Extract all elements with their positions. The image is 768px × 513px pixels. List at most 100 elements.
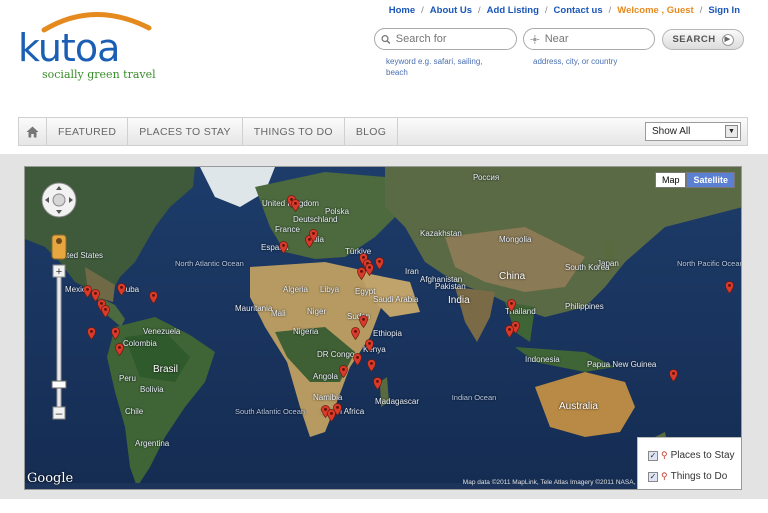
map-label-russia: Россия: [473, 173, 500, 182]
checkbox-places-to-stay[interactable]: ✓: [648, 450, 658, 461]
map-label-india: India: [448, 295, 470, 306]
home-icon: [26, 126, 39, 137]
map-label-bolivia: Bolivia: [140, 385, 164, 394]
show-all-value: Show All: [652, 126, 691, 137]
map-label-colombia: Colombia: [123, 339, 157, 348]
map-marker-pin[interactable]: [339, 365, 348, 378]
map-label-north-atlantic: North Atlantic Ocean: [175, 259, 244, 268]
map-marker-pin[interactable]: [359, 315, 368, 328]
search-for-hint: keyword e.g. safari, sailing, beach: [386, 57, 483, 77]
separator: /: [544, 5, 548, 16]
search-for-input[interactable]: [395, 33, 516, 45]
add-listing-link[interactable]: Add Listing: [487, 5, 539, 16]
kutoa-logo[interactable]: kutoa socially green travel: [14, 6, 174, 86]
sign-in-link[interactable]: Sign In: [708, 5, 740, 16]
top-links: Home / About Us / Add Listing / Contact us /…: [389, 5, 740, 16]
welcome-text: Welcome ,: [617, 5, 665, 16]
nav-places-to-stay[interactable]: PLACES TO STAY: [128, 118, 243, 145]
separator: /: [421, 5, 424, 16]
contact-link[interactable]: Contact us: [554, 5, 603, 16]
location-icon: [530, 34, 540, 44]
google-logo[interactable]: Google: [27, 471, 73, 486]
map-navigation-control: + –: [39, 181, 79, 431]
checkbox-things-to-do[interactable]: ✓: [648, 471, 658, 482]
legend-places-to-stay[interactable]: ✓ ⚲ Places to Stay: [648, 450, 735, 461]
map-label-png: Papua New Guinea: [587, 360, 657, 369]
map-marker-pin[interactable]: [375, 257, 384, 270]
map-marker-pin[interactable]: [333, 403, 342, 416]
map-label-peru: Peru: [119, 374, 136, 383]
svg-text:–: –: [56, 406, 63, 420]
nav-things-to-do[interactable]: THINGS TO DO: [243, 118, 345, 145]
logo-tagline: socially green travel: [42, 68, 156, 81]
chevron-down-icon: ▼: [725, 125, 738, 138]
map-label-drc: DR Congo: [317, 350, 355, 359]
map-marker-pin[interactable]: [351, 327, 360, 340]
zoom-slider-handle[interactable]: [51, 380, 67, 389]
map-label-ethiopia: Ethiopia: [373, 329, 402, 338]
home-link[interactable]: Home: [389, 5, 415, 16]
map-label-indonesia: Indonesia: [525, 355, 560, 364]
search-for-field[interactable]: [374, 28, 517, 50]
nav-blog[interactable]: BLOG: [345, 118, 399, 145]
map-type-control: Map Satellite: [654, 172, 735, 188]
map-label-philippines: Philippines: [565, 302, 604, 311]
map-label-brasil: Brasil: [153, 364, 179, 375]
map-label-libya: Libya: [320, 285, 340, 294]
map-marker-pin[interactable]: [111, 327, 120, 340]
map-marker-pin[interactable]: [149, 291, 158, 304]
map-label-south-atlantic: South Atlantic Ocean: [235, 407, 306, 416]
map-marker-pin[interactable]: [291, 199, 300, 212]
map-label-mongolia: Mongolia: [499, 235, 532, 244]
map-marker-pin[interactable]: [725, 281, 734, 294]
map-marker-pin[interactable]: [87, 327, 96, 340]
map-label-venezuela: Venezuela: [143, 327, 181, 336]
map-marker-pin[interactable]: [279, 241, 288, 254]
map-pin-icon: ⚲: [661, 471, 668, 481]
separator: /: [608, 5, 612, 16]
map-label-mauritania: Mauritania: [235, 304, 273, 313]
near-hint: address, city, or country: [533, 57, 618, 66]
logo-wordmark: kutoa: [18, 26, 120, 70]
world-map[interactable]: Россия Polska Kazakhstan Mongolia China …: [24, 166, 742, 490]
map-label-pakistan: Pakistan: [435, 282, 466, 291]
map-marker-pin[interactable]: [101, 305, 110, 318]
map-marker-pin[interactable]: [505, 325, 514, 338]
nav-home[interactable]: [19, 118, 47, 145]
about-link[interactable]: About Us: [430, 5, 472, 16]
map-marker-pin[interactable]: [669, 369, 678, 382]
map-marker-pin[interactable]: [115, 343, 124, 356]
search-icon: [381, 34, 391, 44]
map-label-nigeria: Nigeria: [293, 327, 319, 336]
map-type-map-button[interactable]: Map: [654, 172, 687, 188]
map-marker-pin[interactable]: [117, 283, 126, 296]
map-marker-pin[interactable]: [507, 299, 516, 312]
map-label-madagascar: Madagascar: [375, 397, 420, 406]
map-marker-pin[interactable]: [365, 339, 374, 352]
map-marker-pin[interactable]: [365, 263, 374, 276]
map-label-namibia: Namibia: [313, 393, 343, 402]
map-marker-pin[interactable]: [353, 353, 362, 366]
map-label-north-pacific: North Pacific Ocean: [677, 259, 742, 268]
map-type-satellite-button[interactable]: Satellite: [686, 172, 735, 188]
legend-things-to-do[interactable]: ✓ ⚲ Things to Do: [648, 471, 727, 482]
map-label-argentina: Argentina: [135, 439, 170, 448]
arrow-right-icon: ▶: [721, 33, 734, 46]
map-marker-pin[interactable]: [373, 377, 382, 390]
map-label-indian-ocean: Indian Ocean: [451, 393, 497, 402]
show-all-select[interactable]: Show All ▼: [645, 122, 741, 141]
map-label-angola: Angola: [313, 372, 338, 381]
map-label-iran: Iran: [405, 267, 419, 276]
map-marker-pin[interactable]: [367, 359, 376, 372]
search-button-label: SEARCH: [672, 34, 716, 45]
legend-todo-label: Things to Do: [670, 471, 728, 482]
separator: /: [699, 5, 703, 16]
map-marker-pin[interactable]: [309, 229, 318, 242]
map-label-algeria: Algeria: [283, 285, 308, 294]
nav-featured[interactable]: FEATURED: [47, 118, 129, 145]
map-legend: ✓ ⚲ Places to Stay ✓ ⚲ Things to Do: [637, 437, 741, 489]
near-input[interactable]: [544, 33, 654, 45]
near-field[interactable]: [523, 28, 655, 50]
search-button[interactable]: SEARCH ▶: [662, 29, 744, 50]
main-nav: FEATURED PLACES TO STAY THINGS TO DO BLO…: [18, 117, 748, 146]
